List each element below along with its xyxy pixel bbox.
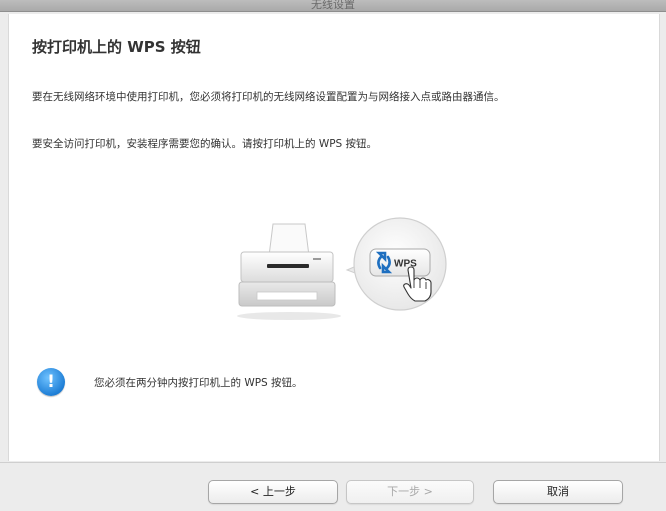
page-title: 按打印机上的 WPS 按钮 <box>32 38 201 56</box>
footer-bar: < 上一步 下一步 > 取消 <box>0 462 666 511</box>
info-icon: ! <box>37 368 65 396</box>
content-panel: 按打印机上的 WPS 按钮 要在无线网络环境中使用打印机，您必须将打印机的无线网… <box>8 14 660 461</box>
wps-illustration: WPS <box>237 217 447 320</box>
cancel-button[interactable]: 取消 <box>493 480 623 504</box>
installer-window: 无线设置 按打印机上的 WPS 按钮 要在无线网络环境中使用打印机，您必须将打印… <box>0 0 666 511</box>
wps-button-callout: WPS <box>345 217 447 311</box>
title-bar: 无线设置 <box>0 0 666 12</box>
info-text: 您必须在两分钟内按打印机上的 WPS 按钮。 <box>94 377 303 389</box>
window-title: 无线设置 <box>311 0 355 11</box>
back-button[interactable]: < 上一步 <box>208 480 338 504</box>
description-paragraph-2: 要安全访问打印机，安装程序需要您的确认。请按打印机上的 WPS 按钮。 <box>32 138 378 150</box>
description-paragraph-1: 要在无线网络环境中使用打印机，您必须将打印机的无线网络设置配置为与网络接入点或路… <box>32 91 505 103</box>
next-button[interactable]: 下一步 > <box>346 480 474 504</box>
printer-icon <box>237 223 341 320</box>
